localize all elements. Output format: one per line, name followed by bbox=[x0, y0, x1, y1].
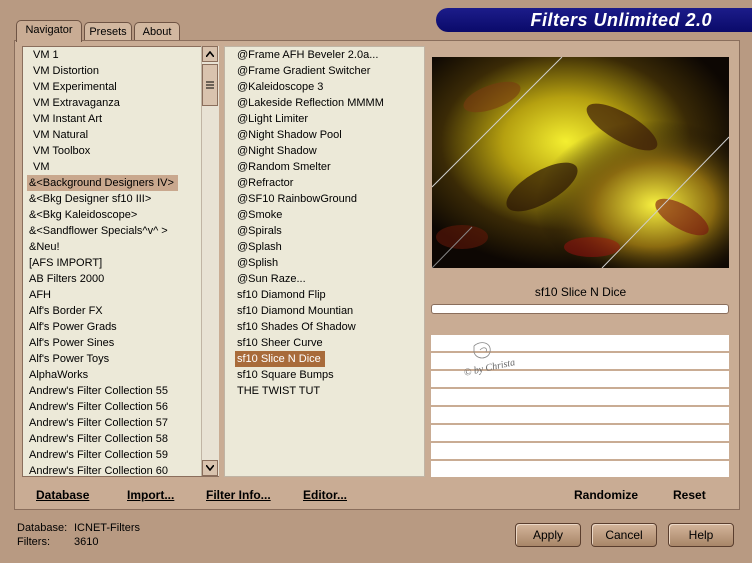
cancel-button[interactable]: Cancel bbox=[591, 523, 657, 547]
filter-item[interactable]: @Random Smelter bbox=[235, 159, 424, 175]
category-item[interactable]: VM Instant Art bbox=[23, 111, 218, 127]
filter-item[interactable]: @Light Limiter bbox=[235, 111, 424, 127]
category-item[interactable]: Alf's Power Toys bbox=[23, 351, 218, 367]
category-item[interactable]: [AFS IMPORT] bbox=[23, 255, 218, 271]
category-item[interactable]: Andrew's Filter Collection 57 bbox=[23, 415, 218, 431]
preview-caption: sf10 Slice N Dice bbox=[534, 285, 627, 299]
filter-item[interactable]: @Frame AFH Beveler 2.0a... bbox=[235, 47, 424, 63]
help-button[interactable]: Help bbox=[668, 523, 734, 547]
progress-bar bbox=[431, 304, 729, 314]
category-item[interactable]: Alf's Power Sines bbox=[23, 335, 218, 351]
category-item[interactable]: VM Experimental bbox=[23, 79, 218, 95]
filter-list[interactable]: @Frame AFH Beveler 2.0a... @Frame Gradien… bbox=[224, 46, 425, 477]
filter-item[interactable]: @Kaleidoscope 3 bbox=[235, 79, 424, 95]
category-item[interactable]: &Neu! bbox=[23, 239, 218, 255]
filter-item[interactable]: @Night Shadow Pool bbox=[235, 127, 424, 143]
import-link[interactable]: Import... bbox=[127, 488, 174, 502]
category-item[interactable]: VM Natural bbox=[23, 127, 218, 143]
chevron-up-icon bbox=[206, 51, 214, 57]
reset-link[interactable]: Reset bbox=[673, 488, 706, 502]
filter-item[interactable]: @SF10 RainbowGround bbox=[235, 191, 424, 207]
category-item[interactable]: VM 1 bbox=[23, 47, 218, 63]
filter-item[interactable]: THE TWIST TUT bbox=[235, 383, 424, 399]
filter-item[interactable]: @Spirals bbox=[235, 223, 424, 239]
grip-icon bbox=[206, 81, 214, 89]
svg-text:© by Christa: © by Christa bbox=[463, 357, 516, 379]
watermark-logo: © by Christa bbox=[462, 340, 542, 380]
parameter-row[interactable] bbox=[431, 389, 729, 406]
tab-about[interactable]: About bbox=[134, 22, 180, 40]
parameter-row[interactable] bbox=[431, 425, 729, 442]
tab-presets[interactable]: Presets bbox=[84, 22, 132, 40]
category-item[interactable]: &<Bkg Designer sf10 III> bbox=[23, 191, 218, 207]
category-item[interactable]: Andrew's Filter Collection 58 bbox=[23, 431, 218, 447]
filter-item[interactable]: @Frame Gradient Switcher bbox=[235, 63, 424, 79]
parameter-row[interactable] bbox=[431, 443, 729, 460]
category-scrollbar[interactable] bbox=[201, 46, 219, 476]
database-value: ICNET-Filters bbox=[74, 522, 140, 534]
parameter-row[interactable] bbox=[431, 407, 729, 424]
scroll-down-button[interactable] bbox=[202, 460, 218, 476]
category-item[interactable]: AB Filters 2000 bbox=[23, 271, 218, 287]
filter-preview-image bbox=[432, 57, 729, 268]
category-item[interactable]: &<Bkg Kaleidoscope> bbox=[23, 207, 218, 223]
database-label: Database: bbox=[17, 522, 68, 534]
tab-navigator[interactable]: Navigator bbox=[16, 20, 82, 42]
category-item[interactable]: Andrew's Filter Collection 56 bbox=[23, 399, 218, 415]
filter-item[interactable]: @Lakeside Reflection MMMM bbox=[235, 95, 424, 111]
category-item[interactable]: VM bbox=[23, 159, 218, 175]
app-title: Filters Unlimited 2.0 bbox=[436, 8, 752, 32]
filter-item[interactable]: @Sun Raze... bbox=[235, 271, 424, 287]
filter-item[interactable]: @Smoke bbox=[235, 207, 424, 223]
category-item[interactable]: &<Sandflower Specials^v^ > bbox=[23, 223, 218, 239]
randomize-link[interactable]: Randomize bbox=[574, 488, 638, 502]
filter-item[interactable]: sf10 Diamond Mountian bbox=[235, 303, 424, 319]
category-item[interactable]: AlphaWorks bbox=[23, 367, 218, 383]
filters-value: 3610 bbox=[74, 536, 99, 548]
filter-item[interactable]: @Splash bbox=[235, 239, 424, 255]
category-item[interactable]: VM Distortion bbox=[23, 63, 218, 79]
chevron-down-icon bbox=[206, 465, 214, 471]
filter-item[interactable]: sf10 Sheer Curve bbox=[235, 335, 424, 351]
parameter-row[interactable] bbox=[431, 461, 729, 478]
editor-link[interactable]: Editor... bbox=[303, 488, 347, 502]
scroll-thumb[interactable] bbox=[202, 64, 218, 106]
category-list[interactable]: VM 1 VM Distortion VM Experimental VM Extra… bbox=[22, 46, 219, 477]
category-item[interactable]: Andrew's Filter Collection 59 bbox=[23, 447, 218, 463]
filters-label: Filters: bbox=[17, 536, 50, 548]
filter-item[interactable]: sf10 Slice N Dice bbox=[235, 351, 325, 367]
database-link[interactable]: Database bbox=[36, 488, 89, 502]
apply-button[interactable]: Apply bbox=[515, 523, 581, 547]
filter-info-link[interactable]: Filter Info... bbox=[206, 488, 271, 502]
filter-item[interactable]: sf10 Square Bumps bbox=[235, 367, 424, 383]
filter-item[interactable]: @Splish bbox=[235, 255, 424, 271]
category-item[interactable]: Andrew's Filter Collection 55 bbox=[23, 383, 218, 399]
category-item[interactable]: Andrew's Filter Collection 60 bbox=[23, 463, 218, 476]
category-item[interactable]: VM Extravaganza bbox=[23, 95, 218, 111]
scroll-up-button[interactable] bbox=[202, 46, 218, 62]
filter-item[interactable]: sf10 Diamond Flip bbox=[235, 287, 424, 303]
category-item[interactable]: Alf's Power Grads bbox=[23, 319, 218, 335]
category-item[interactable]: VM Toolbox bbox=[23, 143, 218, 159]
category-item[interactable]: AFH bbox=[23, 287, 218, 303]
category-item[interactable]: &<Background Designers IV> bbox=[27, 175, 178, 191]
filter-item[interactable]: @Night Shadow bbox=[235, 143, 424, 159]
filter-item[interactable]: @Refractor bbox=[235, 175, 424, 191]
filter-item[interactable]: sf10 Shades Of Shadow bbox=[235, 319, 424, 335]
category-item[interactable]: Alf's Border FX bbox=[23, 303, 218, 319]
